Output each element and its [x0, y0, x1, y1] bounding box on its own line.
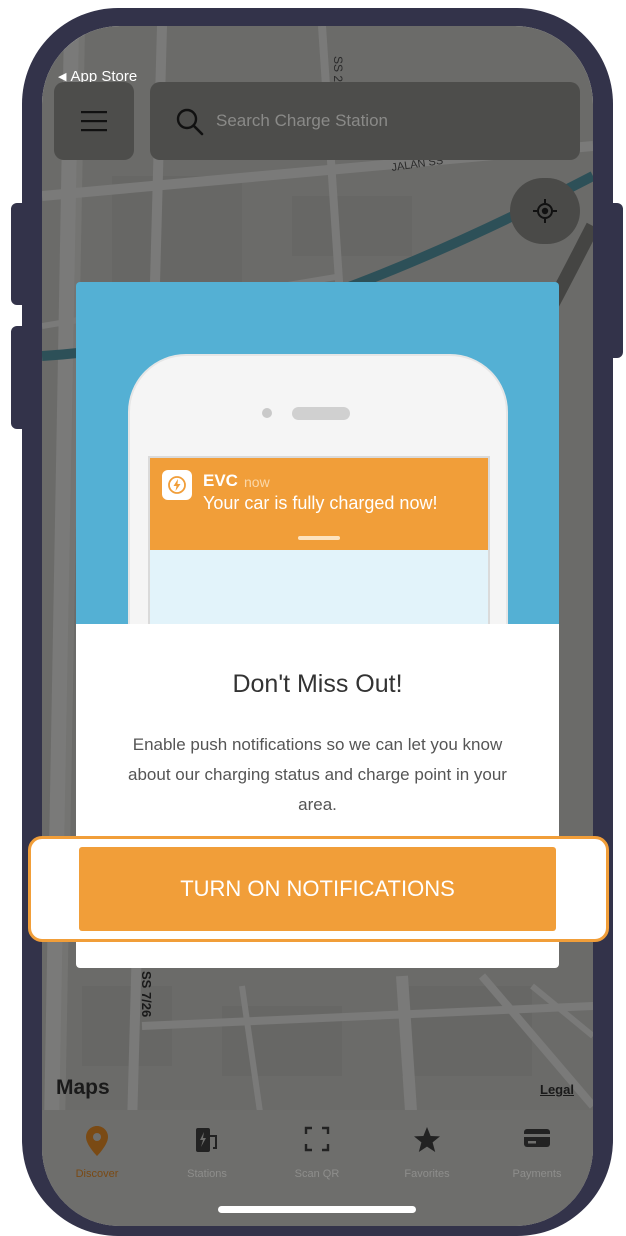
notification-time: now: [244, 474, 270, 490]
tab-label-payments: Payments: [512, 1168, 562, 1180]
notification-illustration: EVC now Your car is fully charged now!: [76, 282, 559, 624]
maps-brand-label: Maps: [56, 1076, 110, 1099]
hamburger-icon: [81, 111, 107, 132]
notification-app-name: EVC: [203, 471, 238, 490]
tab-payments[interactable]: Payments: [482, 1110, 592, 1190]
tab-scan-qr[interactable]: Scan QR: [262, 1110, 372, 1190]
illustration-phone: EVC now Your car is fully charged now!: [128, 354, 508, 624]
illustration-screen: EVC now Your car is fully charged now!: [148, 456, 490, 624]
apple-maps-logo: Maps: [56, 1076, 110, 1100]
notification-handle: [298, 536, 340, 540]
search-input[interactable]: [216, 104, 556, 138]
tab-label-discover: Discover: [75, 1168, 119, 1180]
home-indicator[interactable]: [218, 1206, 416, 1213]
evc-app-icon: [162, 470, 192, 500]
crosshair-icon: [533, 199, 557, 223]
tab-label-stations: Stations: [187, 1168, 227, 1180]
credit-card-icon: [524, 1129, 550, 1147]
dialog-title: Don't Miss Out!: [232, 670, 403, 698]
illustration-camera: [262, 408, 272, 418]
charging-station-icon: [196, 1128, 217, 1152]
star-icon: [414, 1127, 440, 1152]
turn-on-notifications-button[interactable]: TURN ON NOTIFICATIONS: [79, 847, 556, 931]
illustration-speaker: [292, 407, 350, 420]
locate-me-button[interactable]: [510, 178, 580, 244]
tab-stations[interactable]: Stations: [152, 1110, 262, 1190]
map-pin-icon: [86, 1126, 108, 1156]
tab-discover[interactable]: Discover: [42, 1110, 152, 1190]
search-icon: [176, 108, 204, 136]
legal-link[interactable]: Legal: [540, 1082, 574, 1097]
tab-favorites[interactable]: Favorites: [372, 1110, 482, 1190]
tab-label-favorites: Favorites: [404, 1168, 450, 1180]
search-bar[interactable]: [150, 82, 580, 160]
tab-label-scan-qr: Scan QR: [294, 1168, 340, 1180]
notification-message: Your car is fully charged now!: [203, 493, 438, 513]
scan-qr-icon: [304, 1126, 330, 1152]
lightning-bolt-icon: [168, 476, 186, 494]
dialog-body: Enable push notifications so we can let …: [128, 735, 507, 814]
menu-button[interactable]: [54, 82, 134, 160]
sample-notification: EVC now Your car is fully charged now!: [150, 458, 488, 550]
